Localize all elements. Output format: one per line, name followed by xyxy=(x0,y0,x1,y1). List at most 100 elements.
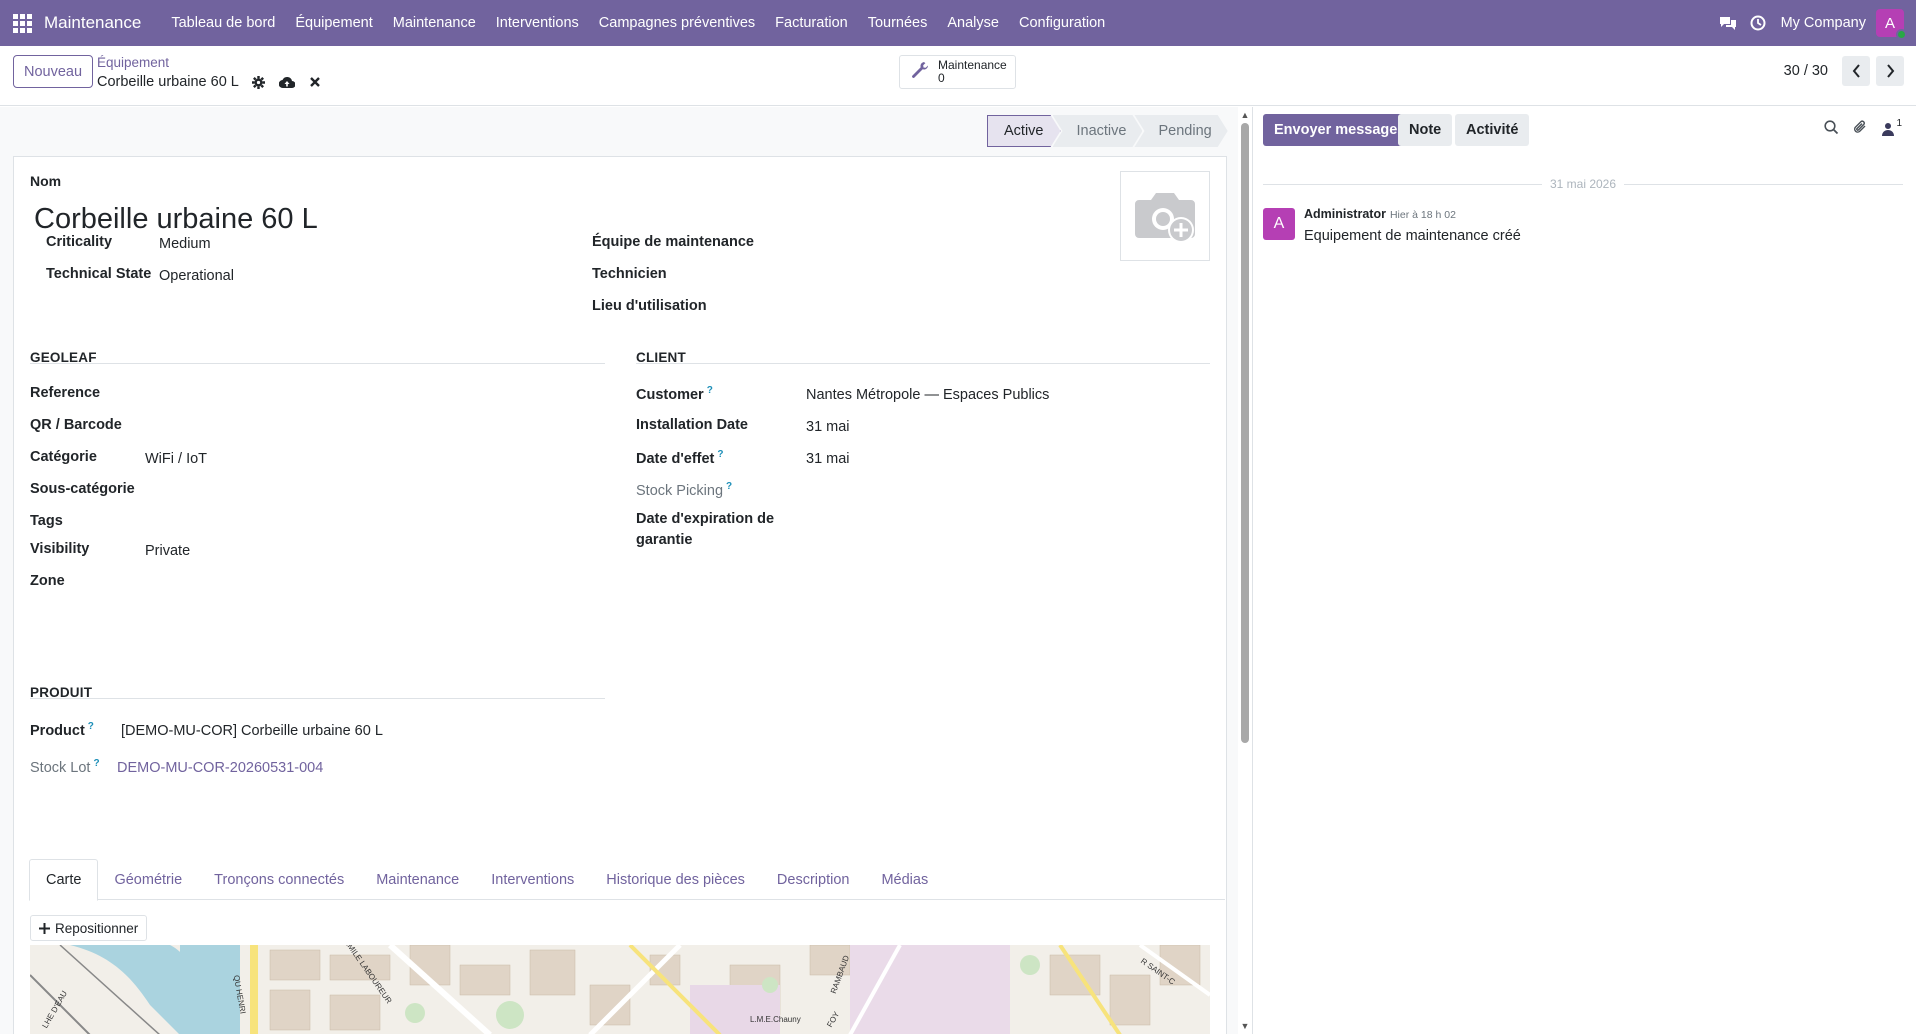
technical-state-label: Technical State xyxy=(46,266,152,282)
technical-state-field[interactable]: Operational xyxy=(159,268,234,284)
pager: 30 / 30 xyxy=(1784,56,1904,86)
warranty-label-line1: Date d'expiration de xyxy=(636,511,775,527)
effect-date-label-text: Date d'effet xyxy=(636,450,715,467)
menu-equipement[interactable]: Équipement xyxy=(285,0,382,46)
followers-button[interactable]: 1 xyxy=(1882,118,1902,136)
chat-bubbles-icon[interactable] xyxy=(1713,0,1743,46)
tab-description[interactable]: Description xyxy=(761,859,866,900)
equipment-name-input[interactable]: Corbeille urbaine 60 L xyxy=(34,203,318,236)
product-label: Product? xyxy=(30,721,94,739)
customer-label: Customer? xyxy=(636,385,713,403)
chatter-panel: Envoyer message Note Activité 1 31 mai 2… xyxy=(1252,107,1916,1034)
apps-menu-icon[interactable] xyxy=(0,0,44,46)
criticality-field[interactable]: Medium xyxy=(159,236,211,252)
tab-troncons-connectes[interactable]: Tronçons connectés xyxy=(198,859,360,900)
menu-analyse[interactable]: Analyse xyxy=(937,0,1009,46)
followers-count: 1 xyxy=(1896,118,1902,129)
tab-medias[interactable]: Médias xyxy=(865,859,944,900)
geoleaf-divider xyxy=(30,363,605,364)
tab-carte[interactable]: Carte xyxy=(29,859,99,901)
user-avatar[interactable]: A xyxy=(1876,9,1907,40)
status-bar: Active Inactive Pending xyxy=(987,115,1228,147)
stock-lot-link[interactable]: DEMO-MU-COR-20260531-004 xyxy=(117,760,323,776)
stage-pending[interactable]: Pending xyxy=(1134,115,1227,147)
scroll-up-arrow-icon[interactable]: ▲ xyxy=(1240,110,1250,120)
discard-close-icon[interactable] xyxy=(307,74,323,90)
subcategory-label: Sous-catégorie xyxy=(30,481,135,497)
message-author-avatar[interactable]: A xyxy=(1263,208,1295,240)
date-separator: 31 mai 2026 xyxy=(1263,177,1904,191)
search-icon[interactable] xyxy=(1824,119,1839,139)
product-field[interactable]: [DEMO-MU-COR] Corbeille urbaine 60 L xyxy=(121,723,383,739)
stage-inactive[interactable]: Inactive xyxy=(1053,115,1143,147)
stage-active[interactable]: Active xyxy=(987,115,1061,147)
app-brand[interactable]: Maintenance xyxy=(44,13,141,33)
visibility-field[interactable]: Private xyxy=(145,543,190,559)
map-tiles[interactable] xyxy=(30,945,1210,1034)
scroll-down-arrow-icon[interactable]: ▼ xyxy=(1240,1021,1250,1031)
tab-interventions[interactable]: Interventions xyxy=(475,859,590,900)
stock-picking-label-text: Stock Picking xyxy=(636,482,724,499)
pager-value[interactable]: 30 / 30 xyxy=(1784,63,1828,79)
chevron-right-icon xyxy=(1886,64,1894,78)
tab-maintenance[interactable]: Maintenance xyxy=(360,859,475,900)
customer-field[interactable]: Nantes Métropole — Espaces Publics xyxy=(806,387,1049,403)
cloud-upload-icon[interactable] xyxy=(278,74,295,90)
tab-historique-pieces[interactable]: Historique des pièces xyxy=(590,859,761,900)
stock-picking-label: Stock Picking? xyxy=(636,481,732,499)
menu-maintenance[interactable]: Maintenance xyxy=(383,0,486,46)
activity-button[interactable]: Activité xyxy=(1455,114,1530,146)
new-button[interactable]: Nouveau xyxy=(13,55,94,88)
clock-icon[interactable] xyxy=(1743,0,1773,46)
breadcrumb-current: Corbeille urbaine 60 L xyxy=(97,74,239,90)
warranty-label-line2: garantie xyxy=(636,532,693,548)
menu-configuration[interactable]: Configuration xyxy=(1009,0,1115,46)
technician-label: Technicien xyxy=(592,266,667,282)
scroll-thumb[interactable] xyxy=(1241,123,1249,743)
message-author[interactable]: Administrator xyxy=(1304,207,1386,221)
pager-previous-button[interactable] xyxy=(1842,56,1870,86)
company-switcher[interactable]: My Company xyxy=(1781,15,1866,31)
send-message-button[interactable]: Envoyer message xyxy=(1263,114,1409,146)
move-icon xyxy=(39,922,50,934)
stock-lot-label: Stock Lot? xyxy=(30,758,100,776)
menu-interventions[interactable]: Interventions xyxy=(486,0,589,46)
date-separator-text: 31 mai 2026 xyxy=(1549,177,1617,191)
help-tooltip-icon[interactable]: ? xyxy=(726,481,732,492)
tab-geometrie[interactable]: Géométrie xyxy=(98,859,198,900)
qr-barcode-label: QR / Barcode xyxy=(30,417,122,433)
maintenance-smart-button[interactable]: Maintenance 0 xyxy=(899,55,1016,89)
map-view[interactable]: LHE D'EAU QU HENRI EMILE LABOUREUR RAMBA… xyxy=(30,945,1210,1034)
help-tooltip-icon[interactable]: ? xyxy=(93,758,99,769)
usage-location-label: Lieu d'utilisation xyxy=(592,298,707,314)
form-view: Active Inactive Pending Nom Corbeille ur… xyxy=(0,107,1238,1034)
installation-date-label: Installation Date xyxy=(636,417,748,433)
log-note-button[interactable]: Note xyxy=(1398,114,1453,146)
reposition-button[interactable]: Repositionner xyxy=(30,915,148,941)
help-tooltip-icon[interactable]: ? xyxy=(717,449,723,460)
installation-date-field[interactable]: 31 mai xyxy=(806,419,850,435)
help-tooltip-icon[interactable]: ? xyxy=(707,385,713,396)
menu-tableau-de-bord[interactable]: Tableau de bord xyxy=(161,0,285,46)
product-label-text: Product xyxy=(30,722,85,739)
help-tooltip-icon[interactable]: ? xyxy=(88,721,94,732)
client-divider xyxy=(636,363,1210,364)
form-scrollbar[interactable]: ▲ ▼ xyxy=(1238,107,1252,1034)
gear-icon[interactable] xyxy=(251,74,267,90)
pager-next-button[interactable] xyxy=(1876,56,1904,86)
paperclip-icon[interactable] xyxy=(1853,119,1868,139)
breadcrumb-parent[interactable]: Équipement xyxy=(97,55,323,71)
image-upload-field[interactable] xyxy=(1120,171,1210,261)
menu-tournees[interactable]: Tournées xyxy=(858,0,938,46)
category-field[interactable]: WiFi / IoT xyxy=(145,451,207,467)
effect-date-label: Date d'effet? xyxy=(636,449,724,467)
stock-lot-label-text: Stock Lot xyxy=(30,759,91,776)
message-time: Hier à 18 h 02 xyxy=(1389,209,1456,221)
reference-label: Reference xyxy=(30,385,101,401)
smart-button-count: 0 xyxy=(938,71,945,85)
effect-date-field[interactable]: 31 mai xyxy=(806,451,850,467)
menu-campagnes-preventives[interactable]: Campagnes préventives xyxy=(589,0,765,46)
menu-facturation[interactable]: Facturation xyxy=(765,0,858,46)
message-body: Equipement de maintenance créé xyxy=(1304,228,1521,244)
chevron-left-icon xyxy=(1852,64,1860,78)
